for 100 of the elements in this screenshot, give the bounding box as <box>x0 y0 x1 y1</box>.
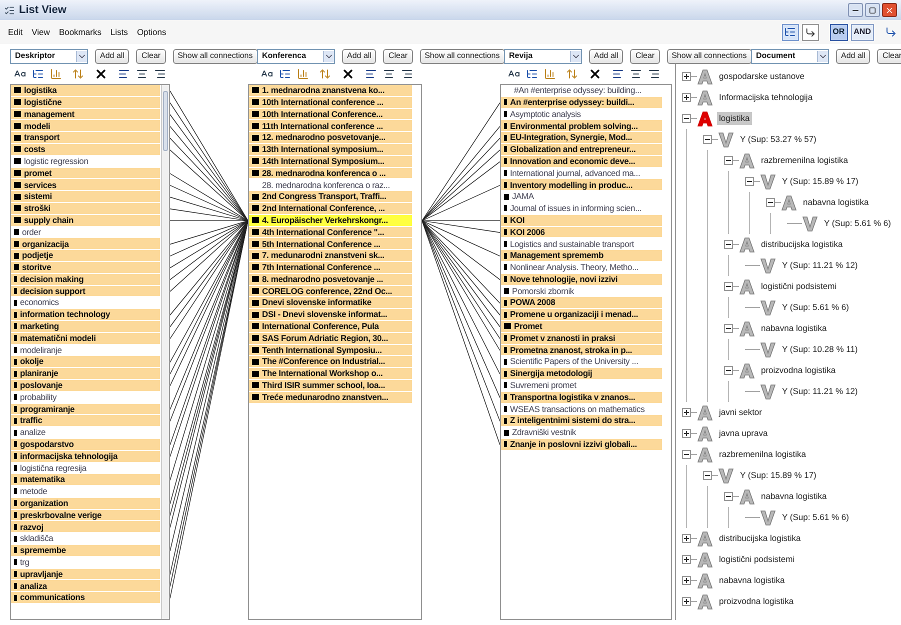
tree-node-label[interactable]: Y (Sup: 10.28 % 11) <box>780 343 860 356</box>
list-item[interactable]: Sinergija metodologij <box>501 368 662 380</box>
list-item[interactable]: An #enterprise odyssey: buildi... <box>501 96 662 109</box>
sort-icon[interactable] <box>319 68 331 80</box>
collapse-icon[interactable] <box>745 177 754 186</box>
align-right-icon[interactable] <box>648 68 660 80</box>
list-item[interactable]: Pomorski zbornik <box>501 286 662 298</box>
list-item[interactable]: CORELOG conference, 22nd Oc... <box>249 286 412 298</box>
bar-chart-icon[interactable] <box>297 68 309 80</box>
list-item[interactable]: razvoj <box>11 521 160 534</box>
list-item[interactable]: Inventory modelling in produc... <box>501 179 662 192</box>
list-item[interactable]: 2nd Congress Transport, Traffi... <box>249 191 412 203</box>
tree-node-label[interactable]: nabavna logistika <box>759 322 829 335</box>
list-item[interactable]: International Conference, Pula <box>249 320 412 333</box>
expand-icon[interactable] <box>682 597 691 606</box>
tree-node-label[interactable]: razbremenilna logistika <box>717 448 808 461</box>
list-item[interactable]: Management sprememb <box>501 250 662 262</box>
list-item[interactable]: KOI 2006 <box>501 226 662 238</box>
list-item[interactable]: 4th International Conference "... <box>249 226 412 238</box>
expand-icon[interactable] <box>682 93 691 102</box>
close-icon[interactable] <box>341 67 355 81</box>
restore-button[interactable] <box>865 3 880 17</box>
tree-node-label[interactable]: Y (Sup: 11.21 % 12) <box>780 385 860 398</box>
list-item[interactable]: informacijska tehnologija <box>11 450 160 462</box>
collapse-icon[interactable] <box>682 450 691 459</box>
list-item[interactable]: 4. Europäischer Verkehrskongr... <box>249 214 412 227</box>
tree-node-label[interactable]: Y (Sup: 15.89 % 17) <box>738 469 818 482</box>
tree-node-label[interactable]: logistični podsistemi <box>759 280 839 293</box>
list-item[interactable]: Z inteligentnimi sistemi do stra... <box>501 415 662 428</box>
list-tree-icon[interactable] <box>32 68 44 80</box>
list-item[interactable]: SAS Forum Adriatic Region, 30... <box>249 332 412 345</box>
list-item[interactable]: analiza <box>11 580 160 592</box>
close-button[interactable] <box>882 3 897 17</box>
menu-item[interactable]: Edit <box>8 26 23 38</box>
list-tree-icon[interactable] <box>279 68 291 80</box>
close-icon[interactable] <box>94 67 108 81</box>
list-item[interactable]: modeli <box>11 120 160 132</box>
list-item[interactable]: Promet v znanosti in praksi <box>501 332 662 345</box>
category-dropdown[interactable]: Deskriptor <box>10 48 88 64</box>
align-center-icon[interactable] <box>630 68 642 80</box>
list-item[interactable]: Environmental problem solving... <box>501 120 662 132</box>
list-item[interactable]: Prometna znanost, stroka in p... <box>501 344 662 356</box>
list-item[interactable]: modeliranje <box>11 344 160 356</box>
tree-node-label[interactable]: Y (Sup: 11.21 % 12) <box>780 259 860 272</box>
tree-node-label[interactable]: javni sektor <box>717 406 764 419</box>
align-left-icon[interactable] <box>612 68 624 80</box>
bar-chart-icon[interactable] <box>544 68 556 80</box>
list-item[interactable]: podjetje <box>11 250 160 262</box>
list-item[interactable]: preskrbovalne verige <box>11 510 160 522</box>
list-item[interactable]: International journal, advanced ma... <box>501 168 662 180</box>
list-item[interactable]: 5th International Conference ... <box>249 238 412 250</box>
collapse-icon[interactable] <box>766 198 775 207</box>
list-item[interactable]: Promet <box>501 320 662 333</box>
list-item[interactable]: WSEAS transactions on mathematics <box>501 404 662 416</box>
toolbar-button[interactable]: Add all <box>95 48 130 64</box>
tree-node-label[interactable]: Y (Sup: 5.61 % 6) <box>822 217 893 230</box>
toolbar-button[interactable]: Show all connections <box>420 48 505 64</box>
category-dropdown[interactable]: Revija <box>504 48 582 64</box>
collapse-icon[interactable] <box>703 471 712 480</box>
collapse-icon[interactable] <box>724 492 733 501</box>
expand-icon[interactable] <box>682 576 691 585</box>
list-item[interactable]: The #Conference on Industrial... <box>249 356 412 368</box>
list-item[interactable]: Znanje in poslovni izzivi globali... <box>501 438 662 451</box>
tree-node-label[interactable]: Y (Sup: 5.61 % 6) <box>780 511 851 524</box>
list-item[interactable]: upravljanje <box>11 568 160 580</box>
list-item[interactable]: supply chain <box>11 214 160 227</box>
toolbar-button[interactable]: Add all <box>589 48 624 64</box>
mode-toggle[interactable]: OR <box>830 24 848 40</box>
minimize-button[interactable] <box>848 3 863 17</box>
toolbar-button[interactable]: Clear <box>630 48 660 64</box>
collapse-icon[interactable] <box>724 240 733 249</box>
list-item[interactable]: storitve <box>11 262 160 274</box>
align-left-icon[interactable] <box>118 68 130 80</box>
expand-icon[interactable] <box>682 72 691 81</box>
list-item[interactable]: Nove tehnologije, novi izzivi <box>501 274 662 286</box>
list-item[interactable]: Dnevi slovenske informatike <box>249 297 412 310</box>
list-item[interactable]: 7th International Conference ... <box>249 262 412 274</box>
close-icon[interactable] <box>588 67 602 81</box>
list-item[interactable]: traffic <box>11 415 160 428</box>
menu-item[interactable]: View <box>32 26 50 38</box>
list-item[interactable]: POWA 2008 <box>501 297 662 310</box>
list-item[interactable]: 2nd International Conference, ... <box>249 202 412 215</box>
tree-node-label[interactable]: nabavna logistika <box>759 490 829 503</box>
collapse-icon[interactable] <box>703 135 712 144</box>
toolbar-button[interactable]: Add all <box>836 48 870 64</box>
list-item[interactable]: matematični modeli <box>11 332 160 345</box>
list-item[interactable]: DSI - Dnevi slovenske informat... <box>249 309 412 321</box>
category-dropdown[interactable]: Konferenca <box>257 48 335 64</box>
list-item[interactable]: 14th International Symposium... <box>249 156 412 168</box>
list-item[interactable]: Third ISIR summer school, Ioa... <box>249 380 412 392</box>
list-item[interactable]: Asymptotic analysis <box>501 108 662 120</box>
expand-icon[interactable] <box>682 429 691 438</box>
collapse-icon[interactable] <box>682 114 691 123</box>
list-item[interactable]: organization <box>11 498 160 510</box>
arrow-icon[interactable] <box>885 26 897 38</box>
list-item[interactable]: transport <box>11 132 160 144</box>
list-item[interactable]: KOI <box>501 214 662 227</box>
tree-node-label[interactable]: distribucijska logistika <box>759 238 845 251</box>
tree-node-label[interactable]: nabavna logistika <box>717 574 787 587</box>
list-item[interactable]: order <box>11 226 160 238</box>
